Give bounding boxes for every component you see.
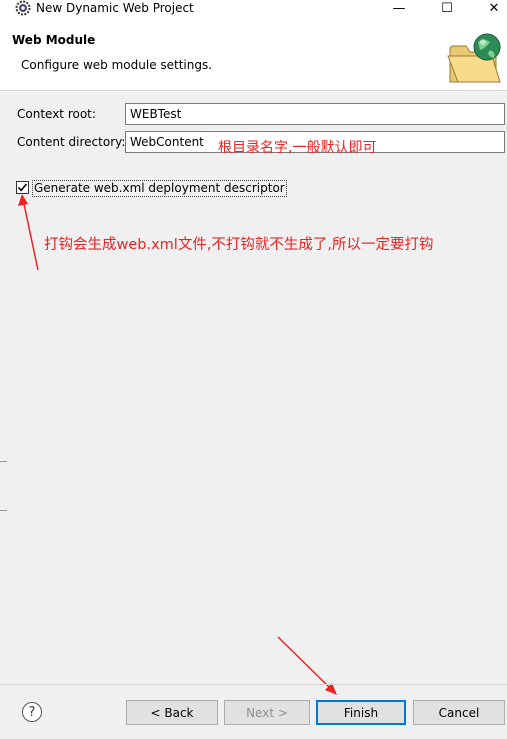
checkmark-icon — [17, 183, 28, 192]
content-directory-label: Content directory: — [17, 135, 126, 149]
page-description: Configure web module settings. — [21, 58, 213, 72]
edge-mark — [0, 461, 7, 462]
maximize-button[interactable]: ☐ — [424, 0, 470, 16]
back-button[interactable]: < Back — [126, 700, 218, 725]
wizard-header: Web Module Configure web module settings… — [0, 16, 507, 91]
content-directory-annotation: 根目录名字,一般默认即可 — [218, 140, 377, 156]
checkbox-annotation: 打钩会生成web.xml文件,不打钩就不生成了,所以一定要打钩 — [44, 237, 434, 253]
finish-button[interactable]: Finish — [316, 700, 406, 725]
arrow-to-finish — [277, 636, 331, 689]
cancel-button[interactable]: Cancel — [413, 700, 505, 725]
title-bar: New Dynamic Web Project — ☐ ✕ — [0, 0, 507, 16]
close-button[interactable]: ✕ — [471, 0, 507, 16]
context-root-input[interactable]: WEBTest — [125, 103, 505, 125]
window-title: New Dynamic Web Project — [36, 1, 194, 15]
next-button[interactable]: Next > — [224, 700, 310, 725]
folder-globe-icon — [446, 30, 504, 91]
page-title: Web Module — [12, 33, 96, 47]
generate-xml-label[interactable]: Generate web.xml deployment descriptor — [32, 180, 287, 197]
edge-mark — [0, 510, 7, 511]
context-root-label: Context root: — [17, 107, 96, 121]
eclipse-gear-icon — [15, 0, 31, 16]
footer-divider — [0, 684, 507, 685]
arrow-head-checkbox — [18, 194, 28, 206]
minimize-button[interactable]: — — [376, 0, 422, 16]
arrow-to-checkbox — [23, 203, 39, 271]
help-button[interactable]: ? — [22, 702, 42, 722]
generate-xml-checkbox[interactable] — [16, 181, 29, 194]
